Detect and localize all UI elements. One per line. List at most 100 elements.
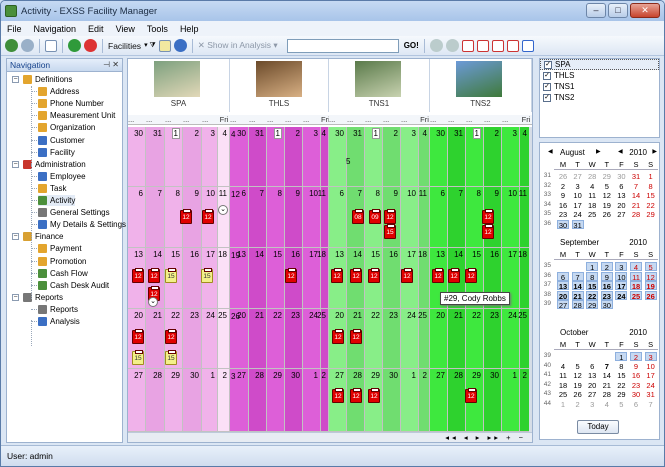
activity-event[interactable]: 12 [148, 268, 160, 283]
resource-header-tns2[interactable]: TNS2 [430, 59, 532, 112]
activity-event[interactable]: 12 [368, 388, 380, 403]
calendar-cell[interactable]: 29 [165, 369, 183, 432]
mini-day[interactable]: 3 [644, 352, 657, 362]
mini-day[interactable]: 16 [600, 281, 613, 291]
mini-day[interactable]: 19 [644, 281, 657, 291]
mini-day[interactable]: 6 [630, 400, 642, 409]
mini-day[interactable]: 25 [630, 290, 642, 301]
mini-day[interactable]: 31 [571, 220, 584, 230]
activity-event[interactable]: 12 [350, 388, 362, 403]
prev-month-arrow[interactable]: ◀ [548, 147, 553, 158]
mini-day[interactable]: 19 [572, 381, 584, 390]
calendar-cell[interactable]: 16 [183, 248, 202, 309]
back-icon[interactable] [5, 39, 18, 52]
mini-day[interactable]: 1 [586, 262, 599, 272]
mini-day[interactable]: 8 [586, 271, 599, 282]
mini-day[interactable]: 30 [615, 172, 627, 181]
calendar-cell[interactable]: 30 [329, 127, 347, 187]
activity-event[interactable]: 15 [384, 224, 396, 239]
mini-day[interactable]: 14 [630, 191, 642, 200]
activity-event[interactable]: 08 [352, 209, 364, 224]
mini-day[interactable]: 20 [557, 290, 569, 301]
resource-header-thls[interactable]: THLS [230, 59, 329, 112]
mini-day[interactable]: 11 [586, 191, 598, 200]
mini-day[interactable]: 29 [645, 210, 657, 219]
resource-checkbox-tns1[interactable]: ✓ TNS1 [540, 81, 659, 92]
mini-day[interactable]: 5 [644, 262, 657, 272]
menu-edit[interactable]: Edit [88, 24, 104, 34]
activity-event[interactable]: 12 [332, 329, 344, 344]
mini-day[interactable]: 13 [557, 281, 569, 291]
calendar-cell[interactable]: 25 [317, 309, 329, 369]
mini-day[interactable]: 9 [557, 191, 569, 200]
nav-item-definitions[interactable]: Definitions [23, 74, 72, 85]
more-events-icon[interactable]: ⌄ [218, 205, 228, 215]
calendar-cell[interactable]: 29 [267, 369, 285, 432]
calendar-cell[interactable]: 28 [146, 369, 165, 432]
mini-day[interactable]: 3 [572, 182, 584, 191]
mini-day[interactable]: 30 [600, 300, 613, 310]
mini-day[interactable]: 18 [557, 381, 569, 390]
mini-day[interactable]: 7 [630, 182, 642, 191]
menu-navigation[interactable]: Navigation [34, 24, 77, 34]
tree-expander[interactable]: − [12, 160, 19, 168]
activity-event[interactable]: 12 [448, 268, 460, 283]
calendar-cell[interactable]: 1 [303, 369, 321, 432]
calendar-cell[interactable]: 8 [267, 187, 285, 248]
mini-day[interactable]: 23 [600, 290, 613, 301]
mini-day[interactable]: 3 [615, 262, 628, 272]
calendar-cell[interactable]: 11 [218, 187, 230, 248]
activity-event[interactable]: 12 [202, 209, 214, 224]
calendar-cell[interactable]: 24 [401, 309, 419, 369]
activity-event[interactable]: 15 [165, 350, 177, 365]
vertical-scrollbar[interactable] [529, 127, 532, 432]
mini-day[interactable]: 1 [645, 172, 657, 181]
pin-close-icons[interactable]: ⊣ ✕ [103, 59, 119, 71]
resource-header-spa[interactable]: SPA [128, 59, 230, 112]
calendar-cell[interactable]: 4 [218, 127, 230, 187]
activity-event[interactable]: 12 [350, 329, 362, 344]
calendar-cell[interactable]: 30 [183, 369, 202, 432]
activity-event[interactable]: 12 [180, 209, 192, 224]
nav-item-reports[interactable]: Reports [23, 292, 63, 303]
today-button[interactable]: Today [577, 420, 619, 434]
mini-day[interactable]: 29 [601, 172, 613, 181]
calendar-cell[interactable]: 6 [430, 187, 448, 248]
mini-day[interactable]: 25 [586, 210, 598, 219]
mini-day[interactable]: 4 [557, 362, 569, 371]
calendar-cell[interactable]: 15 [267, 248, 285, 309]
activity-event[interactable]: 12 [384, 209, 396, 224]
mini-day[interactable]: 14 [571, 281, 584, 291]
activity-event[interactable]: 12 [285, 268, 297, 283]
calendar-cell[interactable]: 30 [383, 369, 401, 432]
calendar-cell[interactable]: 21 [146, 309, 165, 369]
mini-day[interactable]: 31 [630, 172, 642, 181]
minimize-button[interactable]: – [586, 3, 606, 18]
checkbox[interactable]: ✓ [544, 60, 552, 69]
nav-item-cash-flow[interactable]: Cash Flow [38, 268, 88, 279]
mini-day[interactable]: 1 [615, 352, 628, 362]
mini-day[interactable]: 22 [586, 290, 599, 301]
search-input[interactable] [286, 38, 399, 53]
activity-event[interactable]: 12 [331, 268, 343, 283]
calendar-cell[interactable]: 2 [285, 127, 303, 187]
nav-item-payment[interactable]: Payment [38, 243, 82, 254]
mini-day[interactable]: 2 [557, 182, 569, 191]
facilities-dropdown[interactable]: Facilities [108, 41, 141, 51]
mini-day[interactable]: 20 [586, 381, 598, 390]
calendar-cell[interactable]: 25 [218, 309, 230, 369]
nav-item-promotion[interactable]: Promotion [38, 256, 86, 267]
activity-event[interactable]: 12 [465, 388, 477, 403]
calendar-cell[interactable]: 1 [401, 369, 419, 432]
mini-day[interactable]: 11 [630, 271, 642, 282]
mini-day[interactable]: 4 [630, 262, 642, 272]
calendar-cell[interactable]: 24 [202, 309, 218, 369]
activity-event[interactable]: 12 [482, 224, 494, 239]
mini-day[interactable]: 10 [615, 271, 628, 282]
mini-day[interactable]: 12 [601, 191, 613, 200]
mini-day[interactable]: 10 [645, 362, 657, 371]
activity-event[interactable]: 15 [132, 350, 144, 365]
calendar-cell[interactable]: 30 [285, 369, 303, 432]
calendar-cell[interactable]: 7 [249, 187, 267, 248]
resource-header-tns1[interactable]: TNS1 [329, 59, 430, 112]
